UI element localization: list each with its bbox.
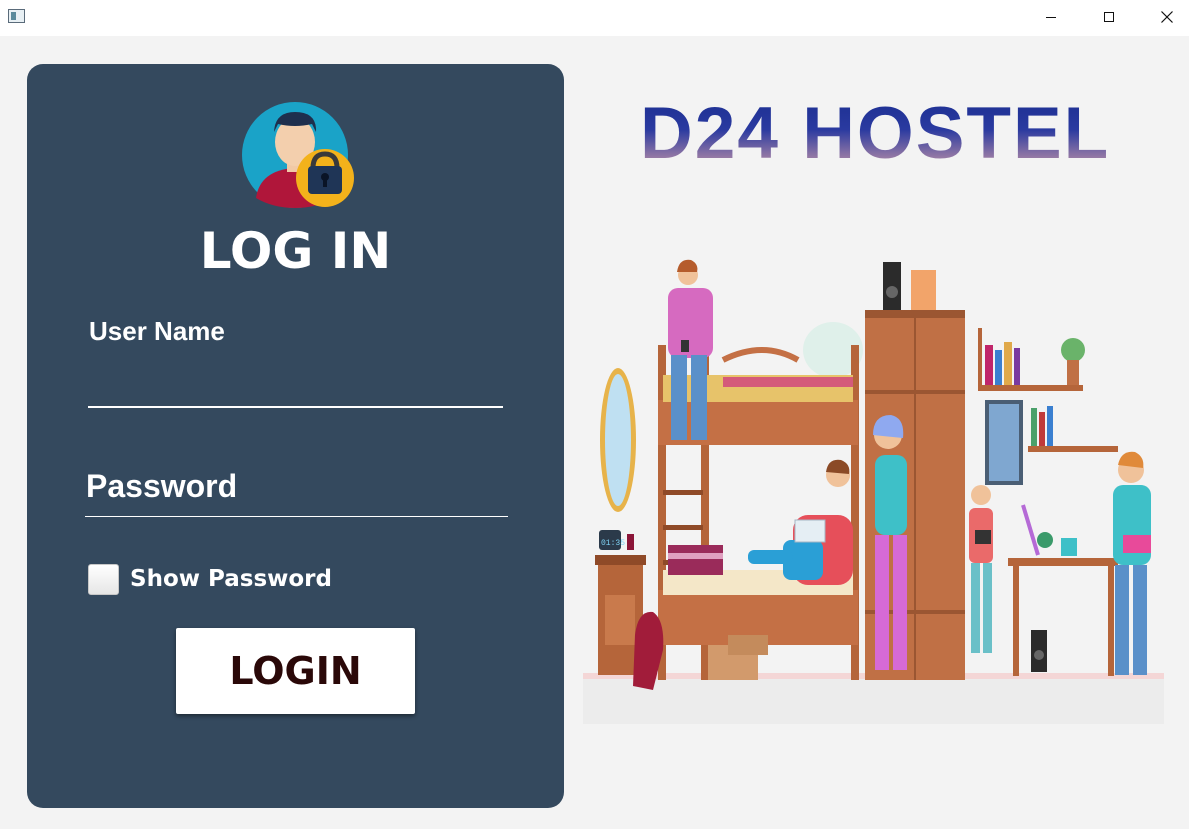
show-password-checkbox[interactable]	[88, 564, 119, 595]
maximize-icon	[1104, 12, 1114, 22]
hostel-dorm-room-illustration: 01:35	[583, 259, 1164, 724]
maximize-button[interactable]	[1080, 0, 1138, 34]
clock-text: 01:35	[601, 539, 625, 548]
password-underline	[85, 516, 508, 517]
username-label: User Name	[89, 316, 225, 346]
window-titlebar	[0, 0, 1189, 36]
password-label: Password	[86, 468, 238, 504]
login-heading: LOG IN	[199, 222, 392, 280]
minimize-icon	[1046, 16, 1056, 18]
show-password-label[interactable]: Show Password	[130, 566, 332, 592]
minimize-button[interactable]	[1022, 0, 1080, 34]
login-panel: LOG IN User Name Password Show Password …	[27, 64, 564, 808]
username-underline	[88, 406, 503, 408]
app-icon	[8, 9, 25, 23]
hostel-title: D24 HOSTEL	[640, 93, 1111, 174]
user-lock-avatar-icon	[242, 102, 354, 208]
login-button[interactable]: LOGIN	[176, 628, 415, 714]
username-input[interactable]	[89, 369, 503, 403]
close-button[interactable]	[1138, 0, 1189, 34]
close-icon	[1161, 11, 1173, 23]
